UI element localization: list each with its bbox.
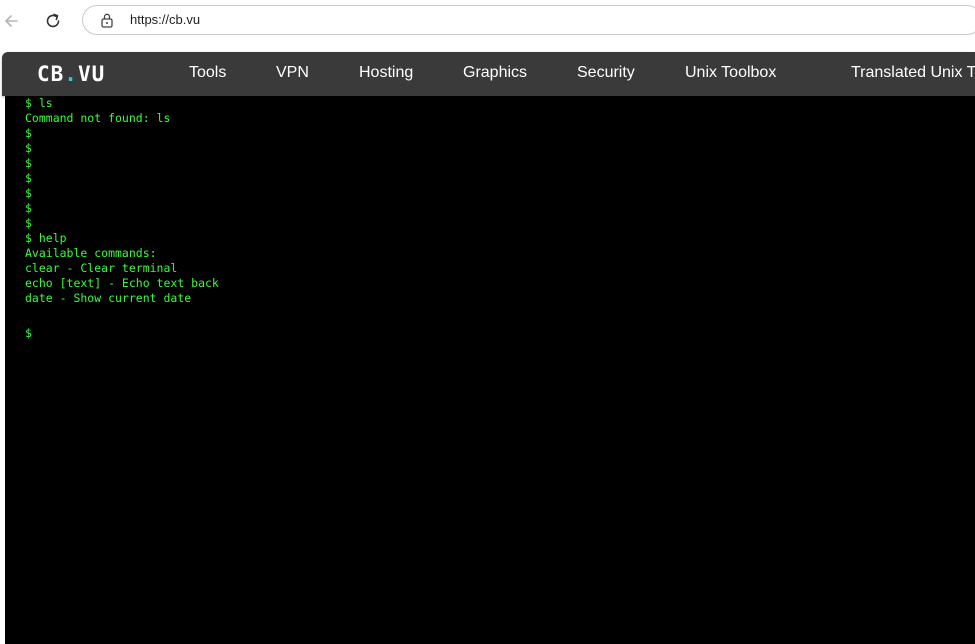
terminal-input[interactable] (37, 326, 937, 341)
terminal-line: $ (25, 141, 32, 155)
reload-icon[interactable] (41, 9, 65, 33)
site-logo[interactable]: CB.VU (37, 62, 105, 86)
nav-item-hosting[interactable]: Hosting (359, 64, 413, 82)
logo-dot: . (64, 62, 78, 86)
terminal-line: $ ls (25, 96, 53, 110)
terminal-line: $ (25, 186, 32, 200)
nav-item-tools[interactable]: Tools (189, 64, 226, 82)
nav-item-graphics[interactable]: Graphics (463, 64, 527, 82)
browser-toolbar: https://cb.vu (0, 0, 975, 52)
logo-tail: VU (77, 62, 106, 86)
page-content: CB.VU Tools VPN Hosting Graphics Securit… (0, 52, 975, 644)
terminal-output: $ ls Command not found: ls $ $ $ $ $ $ $ $ help Av… (25, 96, 219, 306)
terminal-line: $ (25, 201, 32, 215)
terminal-line: Command not found: ls (25, 111, 171, 125)
terminal-line: clear - Clear terminal (25, 261, 178, 275)
lock-icon[interactable] (100, 12, 114, 33)
terminal[interactable]: $ ls Command not found: ls $ $ $ $ $ $ $ $ help Av… (5, 96, 975, 644)
nav-item-vpn[interactable]: VPN (276, 64, 309, 82)
terminal-line: Available commands: (25, 246, 157, 260)
terminal-line: echo [text] - Echo text back (25, 276, 219, 290)
terminal-line: $ (25, 171, 32, 185)
nav-item-unix-toolbox[interactable]: Unix Toolbox (685, 64, 776, 82)
terminal-line: date - Show current date (25, 291, 192, 305)
terminal-prompt: $ (25, 326, 32, 340)
site-header: CB.VU Tools VPN Hosting Graphics Securit… (2, 52, 975, 96)
logo-main: CB (37, 62, 65, 86)
terminal-line: $ (25, 216, 32, 230)
terminal-line: $ (25, 156, 32, 170)
address-bar[interactable]: https://cb.vu (82, 5, 975, 35)
nav-item-security[interactable]: Security (577, 64, 635, 82)
nav-item-translated-unix[interactable]: Translated Unix T (851, 64, 975, 82)
url-text[interactable]: https://cb.vu (130, 12, 200, 27)
terminal-line: $ help (25, 231, 67, 245)
arrow-left-icon[interactable] (0, 9, 24, 33)
terminal-line: $ (25, 126, 32, 140)
